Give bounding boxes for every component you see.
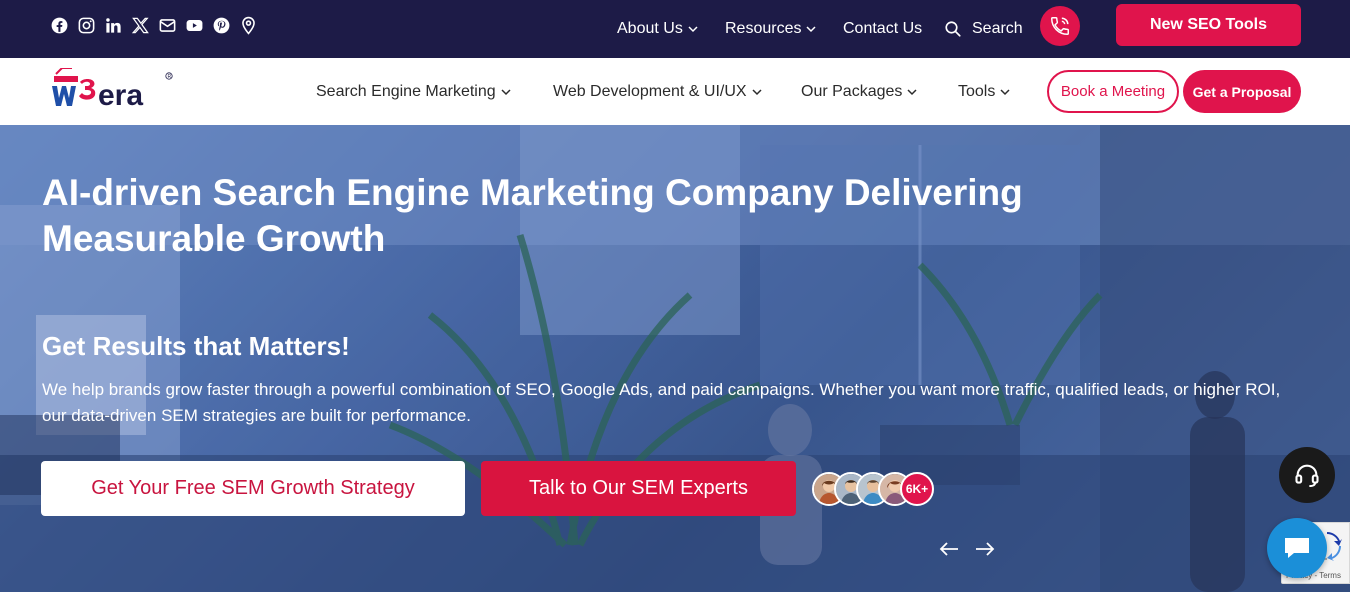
chat-bubble-icon: [1285, 538, 1309, 558]
mail-icon[interactable]: [158, 16, 177, 35]
nav-our-packages[interactable]: Our Packages: [801, 58, 918, 125]
svg-text:era: era: [98, 79, 143, 112]
chevron-down-icon: [1000, 88, 1010, 95]
search-button[interactable]: Search: [944, 20, 1023, 38]
hero-section: AI-driven Search Engine Marketing Compan…: [0, 125, 1350, 592]
nav-webdev-link[interactable]: Web Development & UI/UX: [553, 83, 763, 101]
arrow-left-icon[interactable]: [938, 538, 960, 560]
top-nav-contact[interactable]: Contact Us: [843, 0, 922, 58]
nav-tools-label: Tools: [958, 82, 996, 100]
search-icon: [945, 21, 961, 37]
x-icon[interactable]: [131, 16, 150, 35]
nav-webdev-label: Web Development & UI/UX: [553, 82, 747, 100]
support-button[interactable]: [1279, 447, 1335, 503]
instagram-icon[interactable]: [77, 16, 96, 35]
top-nav-about[interactable]: About Us: [617, 0, 699, 58]
headset-icon: [1295, 464, 1319, 488]
arrow-right-icon[interactable]: [974, 538, 996, 560]
social-links: [50, 16, 258, 35]
main-header: era R Search Engine Marketing Web Develo…: [0, 58, 1350, 125]
chevron-down-icon: [806, 26, 817, 33]
slider-arrows: [938, 538, 996, 560]
client-count-badge: 6K+: [900, 472, 934, 506]
top-bar: About Us Resources Contact Us Search New…: [0, 0, 1350, 58]
top-search[interactable]: Search: [944, 0, 1023, 58]
nav-packages-link[interactable]: Our Packages: [801, 83, 918, 101]
nav-tools-link[interactable]: Tools: [958, 83, 1011, 101]
w3era-logo[interactable]: era R: [50, 67, 175, 114]
top-nav-resources-link[interactable]: Resources: [725, 20, 817, 38]
phone-button[interactable]: [1040, 6, 1080, 46]
top-nav-resources[interactable]: Resources: [725, 0, 817, 58]
location-icon[interactable]: [239, 16, 258, 35]
client-avatars: 6K+: [812, 472, 934, 506]
nav-packages-label: Our Packages: [801, 82, 903, 100]
nav-web-development[interactable]: Web Development & UI/UX: [553, 58, 763, 125]
hero-subtitle: Get Results that Matters!: [42, 331, 350, 361]
linkedin-icon[interactable]: [104, 16, 123, 35]
chevron-down-icon: [688, 26, 698, 33]
chat-button[interactable]: [1267, 518, 1327, 578]
get-proposal-button[interactable]: Get a Proposal: [1183, 70, 1301, 113]
talk-experts-button[interactable]: Talk to Our SEM Experts: [481, 461, 796, 516]
book-meeting-button[interactable]: Book a Meeting: [1047, 70, 1179, 113]
chevron-down-icon: [501, 88, 511, 95]
top-nav-about-label: About Us: [617, 20, 683, 37]
top-nav-contact-label[interactable]: Contact Us: [843, 20, 922, 38]
free-strategy-button[interactable]: Get Your Free SEM Growth Strategy: [41, 461, 465, 516]
chevron-down-icon: [752, 88, 762, 95]
nav-search-engine-marketing[interactable]: Search Engine Marketing: [316, 58, 512, 125]
hero-description: We help brands grow faster through a pow…: [42, 380, 1281, 425]
facebook-icon[interactable]: [50, 16, 69, 35]
hero-title: AI-driven Search Engine Marketing Compan…: [42, 172, 1023, 259]
nav-tools[interactable]: Tools: [958, 58, 1011, 125]
search-label: Search: [972, 20, 1023, 37]
top-nav-resources-label: Resources: [725, 20, 802, 37]
nav-sem-link[interactable]: Search Engine Marketing: [316, 83, 512, 101]
youtube-icon[interactable]: [185, 16, 204, 35]
phone-call-icon: [1051, 17, 1069, 35]
chevron-down-icon: [907, 88, 917, 95]
new-seo-tools-button[interactable]: New SEO Tools: [1116, 4, 1301, 46]
nav-sem-label: Search Engine Marketing: [316, 82, 496, 100]
top-nav-about-link[interactable]: About Us: [617, 20, 699, 38]
pinterest-icon[interactable]: [212, 16, 231, 35]
svg-text:R: R: [168, 74, 172, 80]
